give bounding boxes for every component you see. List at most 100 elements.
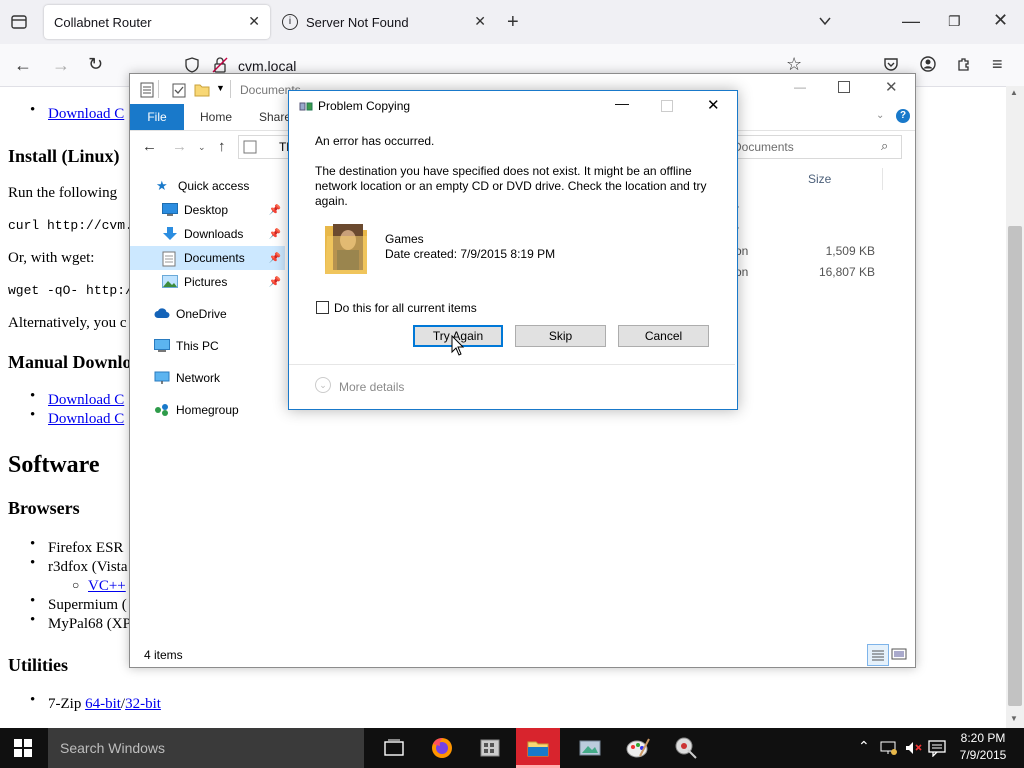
nav-desktop[interactable]: Desktop 📌 [130,198,285,222]
tab-collabnet-router[interactable]: Collabnet Router ✕ [44,5,270,39]
forward-icon[interactable]: → [52,56,70,74]
bullet: • [30,692,36,708]
download-link[interactable]: Download C [48,106,124,123]
download-link[interactable]: Download C [48,392,124,409]
chevron-up-icon[interactable]: ⌃ [858,738,870,755]
skip-button[interactable]: Skip [515,325,606,347]
circle-bullet: ○ [72,578,80,592]
chevron-down-icon[interactable] [818,13,832,31]
volume-muted-icon[interactable] [904,740,922,759]
reload-icon[interactable]: ↻ [88,55,103,73]
details-view-icon[interactable] [867,644,889,666]
extensions-icon[interactable] [956,56,972,75]
nav-network[interactable]: Network [130,366,285,390]
folder-thumbnail-icon [323,218,371,279]
cancel-button[interactable]: Cancel [618,325,709,347]
properties-icon[interactable] [172,82,186,101]
dialog-minimize-icon[interactable]: — [615,95,629,111]
nav-label: Homegroup [176,403,239,417]
quick-access-dropdown-icon[interactable]: ▼ [216,83,225,93]
minimize-icon[interactable]: — [902,12,920,30]
nav-label: Documents [184,251,245,265]
nav-this-pc[interactable]: This PC [130,334,285,358]
app-icon[interactable] [476,734,504,762]
more-details-toggle[interactable]: More details [339,380,404,394]
close-tab-icon[interactable]: ✕ [248,13,260,30]
new-folder-icon[interactable] [194,83,210,100]
nav-quick-access[interactable]: ★ Quick access [130,174,285,198]
explorer-maximize-icon[interactable] [838,81,850,93]
help-icon[interactable]: ? [896,109,910,123]
firefox-icon[interactable] [428,734,456,762]
ribbon-tab-share[interactable]: Share [259,104,291,130]
download-link[interactable]: Download C [48,411,124,428]
search-box[interactable]: h Documents ⌕ [720,135,902,159]
explorer-close-icon[interactable]: ✕ [885,78,898,96]
large-icons-view-icon[interactable] [891,646,907,665]
address-bar[interactable]: Th [238,135,293,159]
expand-ribbon-icon[interactable]: ⌄ [876,110,884,121]
bullet: • [30,102,36,118]
ribbon-tab-file[interactable]: File [130,104,184,130]
column-header-size[interactable]: Size [808,172,831,186]
taskbar-search[interactable]: Search Windows [48,728,364,768]
app-icon[interactable] [576,734,604,762]
apply-all-checkbox[interactable] [316,301,329,314]
nav-pictures[interactable]: Pictures 📌 [130,270,285,294]
status-item-count: 4 items [144,648,183,662]
bullet: • [30,555,36,571]
error-message: The destination you have specified does … [315,164,707,208]
scroll-up-icon[interactable]: ▲ [1010,88,1018,97]
pin-icon[interactable]: 📌 [269,229,281,240]
zip-32-link[interactable]: 32-bit [125,696,161,712]
nav-documents[interactable]: Documents 📌 [130,246,285,270]
item-date: Date created: 7/9/2015 8:19 PM [385,247,556,261]
back-icon[interactable]: ← [142,138,157,155]
forward-icon[interactable]: → [172,138,187,155]
list-item: r3dfox (Vista [48,559,128,575]
list-all-tabs-icon[interactable] [10,13,28,34]
windows-start-icon[interactable] [14,739,32,760]
new-tab-icon[interactable]: + [507,12,519,32]
app-icon[interactable] [672,734,700,762]
bullet: • [30,388,36,404]
pictures-icon [162,275,178,289]
up-icon[interactable]: ↑ [218,138,226,155]
clock-time[interactable]: 8:20 PM [950,731,1016,745]
scrollbar-thumb[interactable] [1008,226,1022,706]
divider [230,80,231,98]
notifications-icon[interactable] [928,739,946,760]
tab-server-not-found[interactable]: i Server Not Found ✕ [272,5,496,39]
dialog-close-icon[interactable]: ✕ [707,96,720,114]
account-icon[interactable] [920,56,936,75]
restore-icon[interactable]: ❐ [948,12,961,30]
nav-label: Network [176,371,221,385]
vc-link[interactable]: VC++ [88,578,126,595]
recent-locations-icon[interactable]: ⌄ [198,142,206,153]
nav-homegroup[interactable]: Homegroup [130,398,285,422]
menu-icon[interactable]: ≡ [992,55,1003,73]
back-icon[interactable]: ← [14,56,32,74]
file-explorer-icon[interactable] [524,734,552,762]
column-divider [882,168,883,190]
ribbon-tab-home[interactable]: Home [200,104,232,130]
zip-64-link[interactable]: 64-bit [85,696,121,712]
pin-icon[interactable]: 📌 [269,277,281,288]
clock-date[interactable]: 7/9/2015 [950,748,1016,762]
dialog-maximize-icon [661,100,673,112]
pin-icon[interactable]: 📌 [269,205,281,216]
list-item: Supermium ( [48,597,127,613]
explorer-minimize-icon[interactable]: — [794,80,806,94]
network-tray-icon[interactable] [880,740,898,759]
nav-onedrive[interactable]: OneDrive [130,302,285,326]
pin-icon[interactable]: 📌 [269,253,281,264]
task-view-icon[interactable] [380,734,408,762]
chevron-down-icon[interactable]: ⌄ [315,377,331,393]
close-window-icon[interactable]: ✕ [993,11,1008,29]
nav-downloads[interactable]: Downloads 📌 [130,222,285,246]
close-tab-icon[interactable]: ✕ [474,13,486,30]
search-icon[interactable]: ⌕ [881,138,888,154]
scroll-down-icon[interactable]: ▼ [1010,714,1018,723]
browser-tab-bar: Collabnet Router ✕ i Server Not Found ✕ … [0,0,1024,44]
paint-icon[interactable] [624,734,652,762]
